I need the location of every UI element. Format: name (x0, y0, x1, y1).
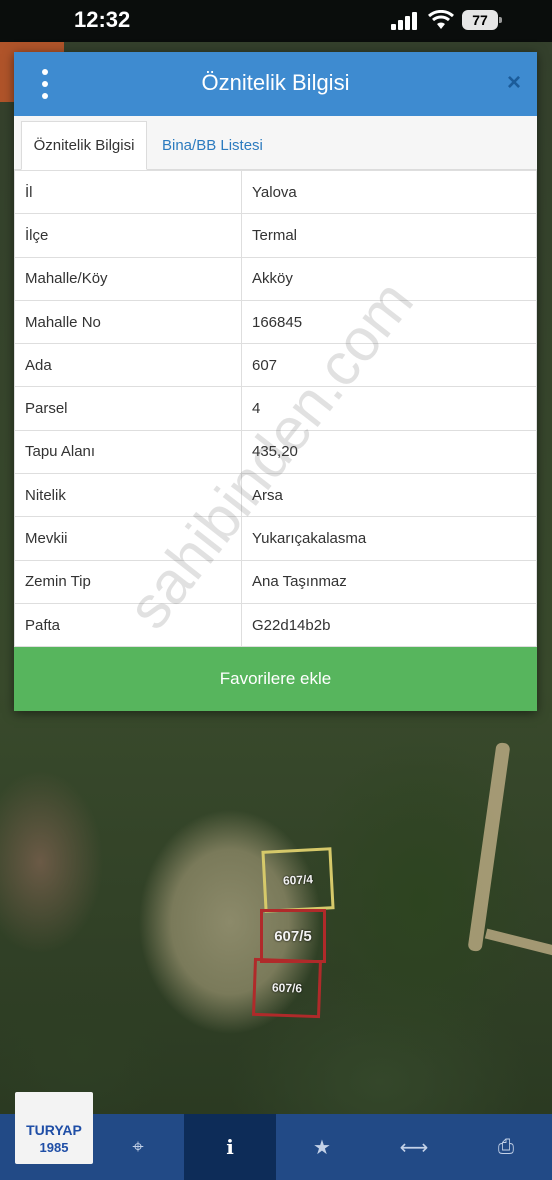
close-icon[interactable]: × (507, 69, 521, 97)
attribute-table: İl Yalova İlçe Termal Mahalle/Köy Akköy Mah… (14, 169, 537, 648)
attribute-value: Termal (241, 213, 537, 258)
table-row: Mahalle No 166845 (14, 299, 537, 345)
parcel-label: 607/4 (282, 872, 314, 888)
table-row: İl Yalova (14, 169, 537, 215)
attribute-value: Akköy (241, 256, 537, 301)
attribute-value: G22d14b2b (241, 602, 537, 648)
attribute-key: İlçe (14, 213, 242, 258)
attribute-value: Arsa (241, 473, 537, 518)
parcel-label: 607/6 (271, 980, 303, 996)
table-row: Zemin Tip Ana Taşınmaz (14, 559, 537, 604)
dialog-header: Öznitelik Bilgisi × (14, 52, 537, 116)
table-row: Pafta G22d14b2b (14, 602, 537, 648)
tab-building-list[interactable]: Bina/BB Listesi (152, 121, 273, 170)
measure-icon[interactable]: ⟷ (368, 1114, 460, 1180)
table-row: İlçe Termal (14, 213, 537, 258)
map-road (467, 742, 511, 952)
table-row: Mahalle/Köy Akköy (14, 256, 537, 301)
map-road (484, 928, 552, 956)
battery-icon: 77 (462, 10, 502, 30)
attribute-value: 4 (241, 386, 537, 431)
parcel-607-4[interactable]: 607/4 (261, 847, 335, 913)
attribute-value: 166845 (241, 299, 537, 345)
attribute-info-dialog: Öznitelik Bilgisi × Öznitelik Bilgisi Bi… (14, 52, 537, 711)
table-row: Mevkii Yukarıçakalasma (14, 516, 537, 561)
attribute-key: İl (14, 169, 242, 215)
attribute-key: Nitelik (14, 473, 242, 518)
wifi-icon (428, 10, 454, 29)
print-icon[interactable]: ⎙ (460, 1114, 552, 1180)
dialog-title: Öznitelik Bilgisi (201, 70, 350, 95)
table-row: Tapu Alanı 435,20 (14, 429, 537, 475)
attribute-value: Ana Taşınmaz (241, 559, 537, 604)
attribute-key: Mahalle No (14, 299, 242, 345)
brand-year: 1985 (39, 1140, 69, 1155)
attribute-key: Mevkii (14, 516, 242, 561)
attribute-value: Yukarıçakalasma (241, 516, 537, 561)
tab-attribute-info[interactable]: Öznitelik Bilgisi (21, 121, 147, 170)
attribute-value: 607 (241, 343, 537, 388)
attribute-key: Tapu Alanı (14, 429, 242, 475)
brand-name: TURYAP (26, 1122, 82, 1138)
parcel-607-6[interactable]: 607/6 (252, 957, 322, 1019)
table-row: Parsel 4 (14, 386, 537, 431)
crosshair-icon[interactable]: ⌖ (92, 1114, 184, 1180)
attribute-value: Yalova (241, 169, 537, 215)
attribute-key: Parsel (14, 386, 242, 431)
star-icon[interactable]: ★ (276, 1114, 368, 1180)
add-to-favorites-button[interactable]: Favorilere ekle (14, 647, 537, 711)
cellular-signal-icon (391, 12, 417, 30)
attribute-key: Zemin Tip (14, 559, 242, 604)
attribute-value: 435,20 (241, 429, 537, 475)
attribute-key: Pafta (14, 602, 242, 648)
parcel-label: 607/5 (274, 927, 312, 945)
parcel-607-5[interactable]: 607/5 (260, 909, 326, 963)
brand-logo: TURYAP 1985 (15, 1092, 93, 1164)
table-row: Ada 607 (14, 343, 537, 388)
table-row: Nitelik Arsa (14, 473, 537, 518)
attribute-key: Ada (14, 343, 242, 388)
dialog-tabs: Öznitelik Bilgisi Bina/BB Listesi (14, 116, 537, 170)
status-time: 12:32 (74, 7, 131, 32)
status-bar: 12:32 77 (0, 0, 552, 42)
info-icon[interactable]: i (184, 1114, 276, 1180)
attribute-key: Mahalle/Köy (14, 256, 242, 301)
